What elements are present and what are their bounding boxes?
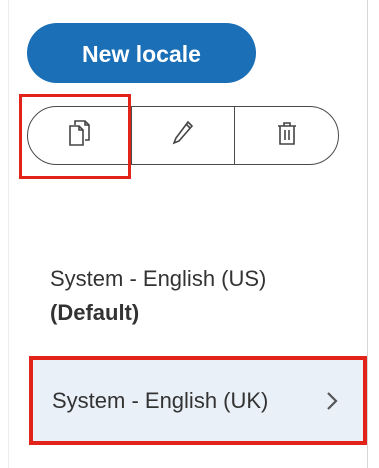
copy-button[interactable]: [28, 107, 131, 164]
delete-button[interactable]: [234, 107, 338, 164]
pencil-icon: [170, 118, 196, 153]
locale-action-toolbar: [27, 106, 339, 165]
new-locale-button[interactable]: New locale: [27, 23, 256, 83]
locale-item-default[interactable]: System - English (US) (Default): [50, 262, 280, 330]
locale-item-selected[interactable]: System - English (UK): [29, 356, 367, 445]
trash-icon: [274, 118, 300, 153]
default-badge: (Default): [50, 300, 140, 325]
edit-button[interactable]: [130, 107, 235, 164]
locale-item-label: System - English (US): [50, 266, 267, 291]
chevron-right-icon: [323, 390, 341, 412]
copy-icon: [66, 118, 92, 153]
locale-item-label: System - English (UK): [52, 387, 269, 413]
